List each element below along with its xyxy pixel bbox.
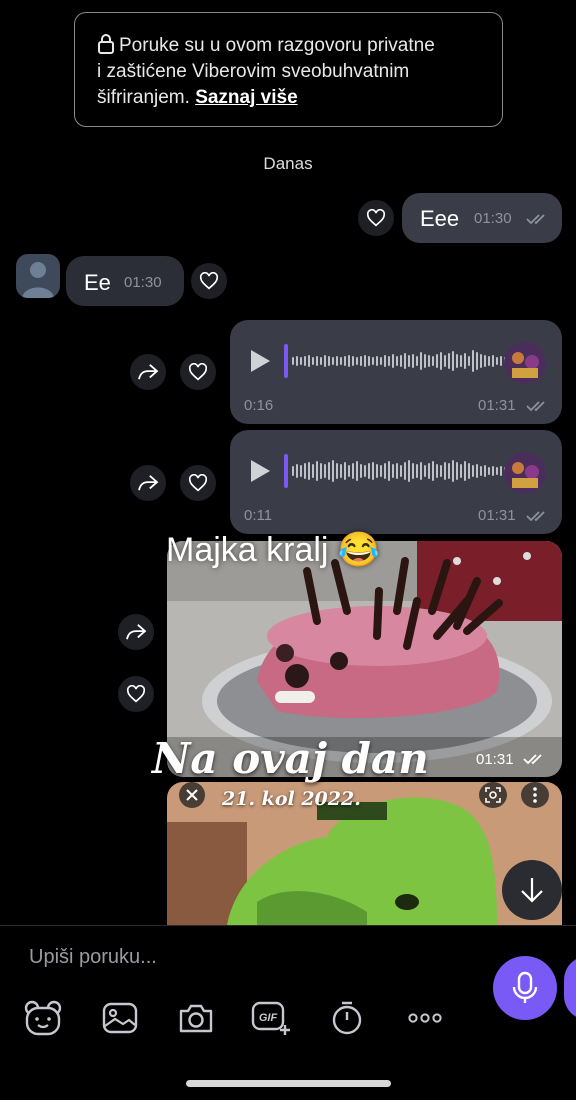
message-bubble-outgoing[interactable]: Eee 01:30 bbox=[402, 193, 562, 243]
svg-text:GIF: GIF bbox=[259, 1012, 278, 1024]
double-check-icon bbox=[523, 754, 542, 765]
microphone-icon bbox=[512, 971, 538, 1003]
lock-icon bbox=[98, 34, 114, 54]
message-time: 01:30 bbox=[474, 210, 512, 227]
encryption-notice: Poruke su u ovom razgovoru privatne i za… bbox=[74, 12, 503, 127]
voice-message[interactable]: 0:11 01:31 bbox=[230, 430, 562, 534]
like-button[interactable] bbox=[358, 200, 394, 236]
timer-button[interactable] bbox=[327, 998, 367, 1038]
like-button[interactable] bbox=[191, 263, 227, 299]
forward-icon bbox=[126, 624, 147, 640]
waveform[interactable] bbox=[292, 346, 510, 376]
voice-record-button[interactable] bbox=[493, 956, 557, 1020]
playhead[interactable] bbox=[284, 344, 288, 378]
learn-more-link[interactable]: Saznaj više bbox=[195, 87, 297, 108]
message-text: Ee bbox=[84, 270, 111, 295]
heart-icon bbox=[188, 474, 208, 492]
voice-duration: 0:11 bbox=[244, 507, 273, 524]
heart-icon bbox=[188, 363, 208, 381]
double-check-icon bbox=[526, 511, 545, 522]
scan-button[interactable] bbox=[479, 782, 507, 808]
gif-button[interactable]: GIF bbox=[251, 998, 291, 1038]
voice-message[interactable]: 0:16 01:31 bbox=[230, 320, 562, 424]
more-button[interactable] bbox=[405, 998, 445, 1038]
playhead[interactable] bbox=[284, 454, 288, 488]
composer-divider bbox=[0, 925, 576, 926]
message-bubble-incoming[interactable]: Ee 01:30 bbox=[66, 256, 184, 306]
camera-button[interactable] bbox=[176, 998, 216, 1038]
forward-icon bbox=[138, 364, 159, 380]
arrow-down-icon bbox=[521, 878, 543, 903]
caption-text: Majka kralj 😂 bbox=[166, 531, 381, 569]
memory-sticker-title: Na ovaj dan bbox=[152, 734, 429, 783]
double-check-icon bbox=[526, 401, 545, 412]
message-time: 01:31 bbox=[478, 397, 516, 414]
sender-avatar[interactable] bbox=[504, 342, 546, 384]
scan-icon bbox=[485, 787, 501, 803]
heart-icon bbox=[199, 272, 219, 290]
avatar-image-icon bbox=[504, 452, 546, 494]
avatar-image-icon bbox=[504, 342, 546, 384]
forward-button[interactable] bbox=[130, 465, 166, 501]
sticker-icon bbox=[24, 1000, 62, 1036]
play-icon[interactable] bbox=[248, 458, 272, 484]
avatar[interactable] bbox=[16, 254, 60, 298]
vertical-dots-icon bbox=[533, 787, 537, 803]
notice-line-2: i zaštićene Viberovim sveobuhvatnim bbox=[97, 61, 410, 82]
date-separator: Danas bbox=[263, 154, 313, 173]
play-icon[interactable] bbox=[248, 348, 272, 374]
timer-icon bbox=[332, 1001, 362, 1035]
like-button[interactable] bbox=[180, 465, 216, 501]
waveform[interactable] bbox=[292, 456, 510, 486]
message-time: 01:31 bbox=[476, 751, 514, 768]
message-text: Eee bbox=[420, 206, 460, 231]
forward-button[interactable] bbox=[130, 354, 166, 390]
camera-icon bbox=[179, 1004, 213, 1033]
message-input[interactable]: Upiši poruku... bbox=[29, 946, 157, 969]
home-indicator[interactable] bbox=[186, 1080, 391, 1087]
sender-avatar[interactable] bbox=[504, 452, 546, 494]
notice-line-3: šifriranjem. bbox=[97, 87, 196, 108]
gallery-button[interactable] bbox=[100, 998, 140, 1038]
heart-icon bbox=[366, 209, 386, 227]
gif-icon: GIF bbox=[251, 1001, 290, 1035]
sticker-button[interactable] bbox=[23, 998, 63, 1038]
user-icon bbox=[22, 262, 54, 298]
message-time: 01:31 bbox=[478, 507, 516, 524]
more-options-button[interactable] bbox=[521, 782, 549, 808]
close-icon bbox=[186, 789, 198, 801]
voice-duration: 0:16 bbox=[244, 397, 274, 414]
like-button[interactable] bbox=[118, 676, 154, 712]
double-check-icon bbox=[526, 214, 545, 225]
message-time: 01:30 bbox=[124, 274, 162, 291]
gallery-icon bbox=[102, 1002, 138, 1034]
like-button[interactable] bbox=[180, 354, 216, 390]
heart-icon bbox=[126, 685, 146, 703]
side-action-button[interactable] bbox=[564, 956, 576, 1020]
more-icon bbox=[408, 1013, 442, 1023]
memory-sticker-date: 21. kol 2022. bbox=[222, 788, 361, 810]
forward-button[interactable] bbox=[118, 614, 154, 650]
scroll-down-button[interactable] bbox=[502, 860, 562, 920]
forward-icon bbox=[138, 475, 159, 491]
notice-line-1: Poruke su u ovom razgovoru privatne bbox=[119, 35, 435, 56]
close-button[interactable] bbox=[179, 782, 205, 808]
